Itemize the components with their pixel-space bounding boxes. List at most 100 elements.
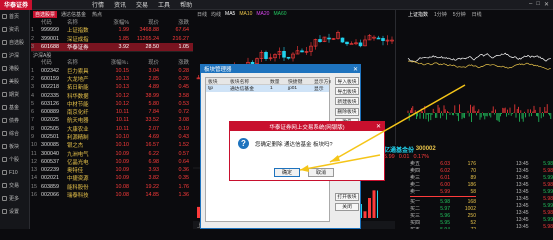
table-row[interactable]: 2 600159 大龙地产 10.13 2.85 0.26 [31, 75, 193, 83]
intraday-tab-5min[interactable]: 5分钟 [453, 11, 466, 18]
sidebar-item[interactable]: 综合 [0, 127, 29, 140]
menu-item-tools[interactable]: 工具 [158, 0, 170, 9]
confirm-message: 您确定删除 通达信基金 板块吗? [255, 141, 333, 148]
intraday-chart[interactable] [396, 18, 553, 148]
cell-idx: 10 [31, 142, 37, 149]
column-header[interactable]: 现价 [131, 58, 161, 66]
sidebar-item[interactable]: 美股 [0, 75, 29, 88]
minimize-icon[interactable]: – [529, 1, 532, 8]
open-block-button[interactable]: 打开板块 [335, 192, 359, 201]
kline-label-ma20: MA20 [256, 11, 270, 17]
sidebar-item[interactable]: 资讯 [0, 23, 29, 36]
table-row[interactable]: 4 002335 科华数据 10.12 38.99 3.58 [31, 91, 193, 100]
tab-fund-block[interactable]: 通达信基金 [59, 11, 88, 18]
quote-name: 亿通基金份 [384, 147, 415, 154]
cell-pct: 10.11 [115, 125, 129, 132]
sidebar-item-icon [2, 92, 7, 97]
cell-pct: 10.12 [115, 100, 130, 107]
sidebar-item[interactable]: 板块 [0, 140, 29, 153]
table-row[interactable]: 15 603859 能科股份 10.08 19.22 1.76 [31, 183, 193, 191]
column-header[interactable]: 涨跌 [161, 18, 191, 26]
sidebar-item-icon [2, 196, 7, 201]
kline-label-ma: 均线 [211, 11, 222, 18]
menu-item-help[interactable]: 帮助 [180, 0, 192, 9]
cell-chg: 1.05 [178, 44, 190, 51]
column-header[interactable]: 代码 [41, 58, 67, 66]
tab-favorites[interactable]: 自选股票 [33, 10, 58, 18]
ok-button[interactable]: 确定 [274, 168, 300, 177]
sidebar-item[interactable]: 设置 [0, 205, 29, 218]
maximize-icon[interactable]: □ [536, 1, 540, 8]
sidebar-item[interactable]: F10 [0, 166, 29, 179]
menu-item-trade[interactable]: 交易 [136, 0, 148, 9]
sidebar-item[interactable]: 首页 [0, 10, 29, 23]
export-block-button[interactable]: 导出板块 [335, 87, 359, 96]
sidebar-item[interactable]: 自选股 [0, 36, 29, 49]
column-header[interactable]: 代码 [41, 18, 67, 26]
sidebar-item[interactable]: 沪深 [0, 49, 29, 62]
sidebar-item[interactable]: 期货 [0, 88, 29, 101]
cell-chg: 0.64 [178, 158, 190, 165]
cell-code: 603859 [41, 183, 59, 190]
table-row[interactable]: 6 600889 南京化纤 10.11 7.84 0.72 [31, 108, 193, 116]
column-header[interactable]: 名称 [67, 18, 95, 26]
table-row[interactable]: 2 399001 深证成指 1.85 11265.24 216.27 [31, 35, 193, 43]
table-row[interactable]: 8 002505 大康农业 10.11 2.07 0.19 [31, 125, 193, 133]
cell-name: 巨力索具 [67, 68, 89, 75]
column-header[interactable]: 涨幅% [95, 18, 131, 26]
cell-idx: 3 [31, 44, 34, 51]
table-row[interactable]: 14 002021 中捷资源 10.09 3.82 0.35 [31, 174, 193, 182]
sidebar-item[interactable]: 债券 [0, 114, 29, 127]
table-row[interactable]: 3 002218 拓日新能 10.13 4.89 0.45 [31, 83, 193, 91]
cancel-button[interactable]: 取消 [308, 168, 334, 177]
sidebar-item[interactable]: 更多 [0, 192, 29, 205]
cell-idx: 2 [31, 35, 34, 42]
intraday-tab-1min[interactable]: 1分钟 [434, 11, 447, 18]
order-book-v: 70 [470, 167, 476, 174]
sidebar-item[interactable]: 基金 [0, 101, 29, 114]
close-icon[interactable]: ✕ [376, 123, 381, 130]
group-list-row[interactable]: tjp 通达信基金 1 jp01 显示 [206, 85, 329, 92]
table-row[interactable]: 1 999999 上证指数 1.99 3468.88 67.64 [31, 26, 193, 34]
kline-header: 日线 均线 MA5 MA10 MA20 MA60 [193, 10, 395, 18]
menu-item-news[interactable]: 资讯 [114, 0, 126, 9]
group-list-header: 板块 板块名称 数量 快捷键 显示方式 [206, 78, 331, 85]
close-icon[interactable]: ✕ [544, 1, 549, 8]
trade-time: 13:45 [516, 216, 529, 223]
import-block-button[interactable]: 导入板块 [335, 77, 359, 85]
sidebar-item[interactable]: 港股 [0, 62, 29, 75]
table-row[interactable]: 10 300085 银之杰 10.10 16.57 1.52 [31, 141, 193, 149]
delete-block-button[interactable]: 删除板块 [335, 107, 359, 116]
table-row[interactable]: 5 603126 中材节能 10.12 5.80 0.53 [31, 100, 193, 108]
trade-price: 5.99 [543, 174, 553, 181]
table-row[interactable]: 7 002025 航天电器 10.11 33.52 3.08 [31, 116, 193, 124]
table-row[interactable]: 3 601688 华泰证券 3.92 28.50 1.05 [31, 42, 193, 52]
sidebar-item[interactable]: 交易 [0, 179, 29, 192]
cell-chg: 0.36 [178, 167, 190, 174]
new-block-button[interactable]: 新建板块 [335, 97, 359, 106]
column-header[interactable]: 涨幅%↓ [95, 58, 131, 66]
column-header[interactable]: 现价 [131, 18, 161, 26]
close-icon[interactable]: ✕ [353, 66, 358, 73]
table-row[interactable]: 1 002342 巨力索具 10.15 3.04 0.28 [31, 66, 193, 75]
cell-pct: 10.13 [115, 84, 130, 91]
trade-row: 13:45 5.98 [516, 167, 553, 174]
table-row[interactable]: 12 600537 亿晶光电 10.09 6.98 0.64 [31, 158, 193, 166]
cell-price: 3.04 [148, 67, 160, 74]
table-row[interactable]: 9 002501 利源精制 10.10 4.69 0.43 [31, 133, 193, 141]
close-dialog-button[interactable]: 关闭 [335, 202, 359, 211]
menu-item-market[interactable]: 行情 [92, 0, 104, 9]
cell-name: 利源精制 [67, 135, 89, 141]
tab-hot[interactable]: 热点 [90, 11, 104, 18]
order-book-lbl: 买一 [410, 199, 421, 205]
intraday-tab-daily[interactable]: 日线 [472, 11, 482, 18]
table-row[interactable]: 16 002066 瑞泰科技 10.08 14.85 1.36 [31, 191, 193, 199]
kline-label-daily[interactable]: 日线 [197, 11, 207, 18]
column-header[interactable]: 名称 [67, 58, 95, 66]
order-book-row: 买五5.9472 [410, 226, 476, 230]
table-row[interactable]: 13 002239 奥特佳 10.09 3.93 0.36 [31, 166, 193, 174]
column-header[interactable]: 涨跌 [161, 58, 191, 66]
sidebar-item[interactable]: 个股 [0, 153, 29, 166]
cell-price: 4.69 [148, 134, 160, 140]
table-row[interactable]: 11 300040 九洲电气 10.09 6.22 0.57 [31, 149, 193, 158]
